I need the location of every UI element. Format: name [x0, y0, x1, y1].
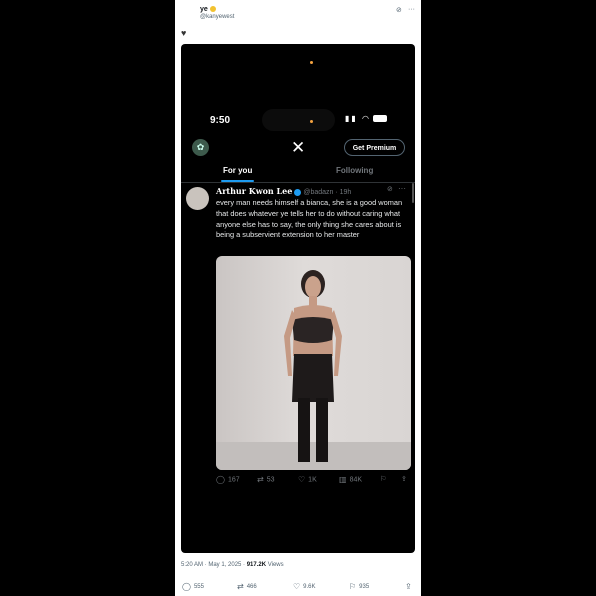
- author-handle[interactable]: @kanyewest: [200, 14, 234, 20]
- bookmark-icon: ⚐: [380, 476, 387, 483]
- post-actions: ◯ 555 ⇄ 466 ♡ 9.6K ⚐ 935 ⇪: [175, 582, 421, 594]
- status-time: 9:50: [210, 115, 231, 126]
- reply-icon: ◯: [182, 582, 191, 591]
- embedded-screenshot[interactable]: 9:50 ▮▮ ◠ ✿ ✕ Get Premium For you Follow…: [181, 44, 415, 553]
- tab-for-you: For you: [223, 166, 253, 175]
- author-name[interactable]: ye: [200, 6, 216, 13]
- heart-icon: ♡: [293, 582, 301, 591]
- tab-following: Following: [336, 166, 374, 175]
- reply-button[interactable]: ◯ 555: [182, 582, 204, 591]
- person-figure: [284, 270, 342, 462]
- reply-icon: ◯: [216, 475, 225, 484]
- status-icons: ▮▮ ◠: [345, 114, 388, 123]
- views-action: ▥ 84K: [339, 475, 363, 484]
- battery-icon: [373, 115, 388, 123]
- signal-icon: ▮▮: [345, 114, 358, 123]
- like-button[interactable]: ♡ 9.6K: [293, 582, 316, 591]
- post-card: ye @kanyewest ⊘ ··· ♥ 9:50 ▮▮ ◠ ✿ ✕ Get …: [175, 0, 421, 596]
- more-options-icon[interactable]: ···: [408, 6, 415, 13]
- avatar: ✿: [192, 139, 209, 156]
- wifi-icon: ◠: [362, 114, 372, 123]
- share-icon: ⇪: [405, 582, 412, 591]
- repost-icon: ⇄: [237, 582, 244, 591]
- tweet-handle-time: @badazn · 19h: [303, 189, 352, 196]
- tweet-photo: [216, 256, 411, 470]
- repost-icon: ⇄: [257, 475, 264, 484]
- verified-icon: [294, 188, 302, 196]
- bookmark-icon: ⚐: [349, 582, 357, 591]
- tweet-actions: ◯ 167 ⇄ 53 ♡ 1K ▥ 84K ⚐ ⇪: [216, 475, 411, 487]
- share-icon: ⇪: [401, 476, 407, 483]
- heart-icon: ♡: [298, 475, 306, 484]
- tweet-avatar: [186, 187, 209, 210]
- like-action: ♡ 1K: [298, 475, 317, 484]
- get-premium-button: Get Premium: [344, 139, 405, 156]
- tweet-author: Arthur Kwon Lee @badazn · 19h: [216, 186, 352, 196]
- share-button[interactable]: ⇪: [405, 582, 415, 591]
- dynamic-island: [262, 109, 335, 131]
- x-logo-icon: ✕: [291, 138, 306, 157]
- more-options-icon: ···: [398, 184, 406, 193]
- post-timestamp[interactable]: 5:20 AM · May 1, 2025 · 917.2K Views: [181, 562, 284, 568]
- repost-action: ⇄ 53: [257, 475, 275, 484]
- scrollbar: [412, 183, 414, 203]
- tweet-text: every man needs himself a bianca, she is…: [216, 198, 403, 240]
- grok-icon[interactable]: ⊘: [396, 6, 402, 14]
- emoji-badge-icon: [209, 6, 216, 13]
- black-heart-icon: ♥: [181, 28, 187, 38]
- camera-dot: [310, 120, 313, 123]
- post-header: ye @kanyewest ⊘ ···: [175, 0, 421, 28]
- chart-icon: ▥: [339, 475, 347, 484]
- reply-action: ◯ 167: [216, 475, 240, 484]
- camera-dot: [310, 61, 313, 64]
- grok-icon: ⊘: [387, 186, 393, 193]
- repost-button[interactable]: ⇄ 466: [237, 582, 257, 591]
- bookmark-button[interactable]: ⚐ 935: [349, 582, 369, 591]
- divider: [181, 182, 415, 183]
